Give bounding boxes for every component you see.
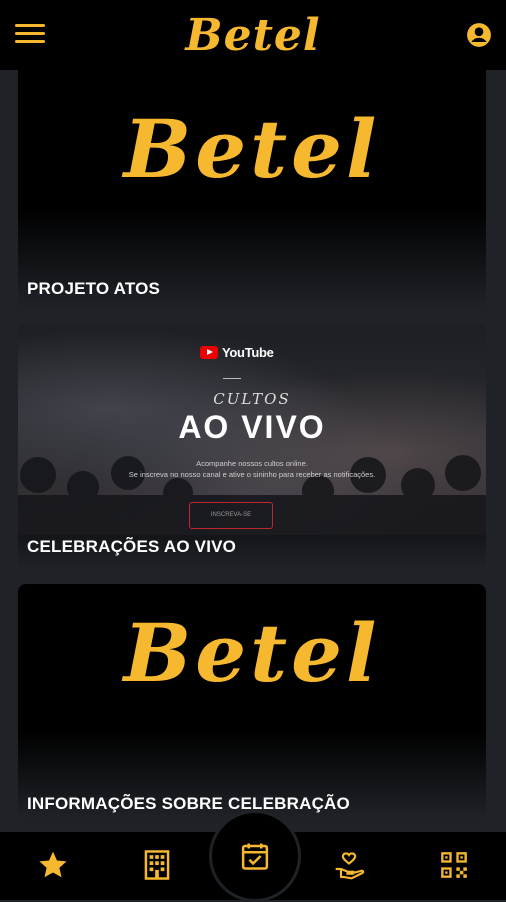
nav-church[interactable] bbox=[140, 848, 174, 882]
building-icon bbox=[144, 850, 170, 880]
app-header: Betel bbox=[0, 0, 506, 70]
live-banner-image: YouTube CULTOS AO VIVO Acompanhe nossos … bbox=[18, 325, 486, 535]
card-title: CELEBRAÇÕES AO VIVO bbox=[27, 537, 237, 556]
card-title: PROJETO ATOS bbox=[27, 279, 161, 298]
nav-donations[interactable] bbox=[332, 848, 366, 882]
account-circle-icon[interactable] bbox=[466, 22, 492, 48]
nav-qr-code[interactable] bbox=[437, 848, 471, 882]
card-informacoes-celebracao[interactable]: Betel INFORMAÇÕES SOBRE CELEBRAÇÃO bbox=[18, 584, 486, 820]
banner-line-2: Se inscreva no nosso canal e ative o sin… bbox=[128, 470, 376, 479]
banner-line-1: Acompanhe nossos cultos online. bbox=[196, 459, 308, 468]
youtube-wordmark: YouTube bbox=[222, 345, 274, 360]
qr-code-icon bbox=[441, 852, 467, 878]
nav-favorites[interactable] bbox=[36, 848, 70, 882]
app-logo: Betel bbox=[185, 10, 321, 61]
star-icon bbox=[39, 851, 67, 878]
banner-kicker: CULTOS bbox=[213, 390, 291, 408]
card-projeto-atos[interactable]: Betel PROJETO ATOS bbox=[18, 40, 486, 310]
hand-heart-icon bbox=[335, 852, 365, 880]
calendar-check-icon bbox=[241, 843, 269, 870]
youtube-play-icon bbox=[200, 346, 218, 359]
card-logo: Betel bbox=[123, 606, 381, 700]
youtube-brand: YouTube bbox=[200, 345, 274, 360]
card-title: INFORMAÇÕES SOBRE CELEBRAÇÃO bbox=[27, 794, 350, 813]
card-logo: Betel bbox=[123, 102, 381, 196]
divider bbox=[223, 378, 241, 379]
nav-calendar-button[interactable] bbox=[209, 810, 301, 902]
subscribe-button: INSCREVA-SE bbox=[189, 502, 273, 529]
banner-headline: AO VIVO bbox=[178, 409, 326, 445]
card-celebracoes-ao-vivo[interactable]: YouTube CULTOS AO VIVO Acompanhe nossos … bbox=[18, 325, 486, 570]
